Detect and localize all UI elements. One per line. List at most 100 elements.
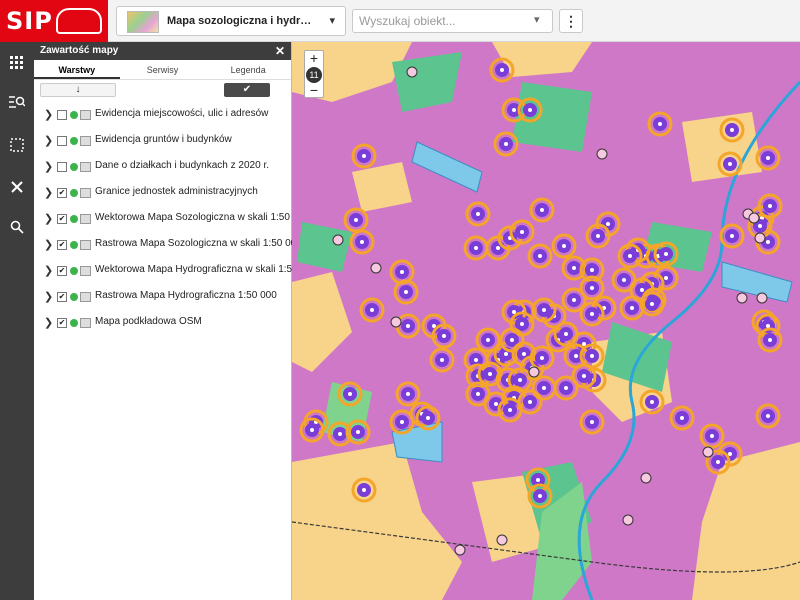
map-view[interactable] (292, 42, 800, 600)
layer-checkbox[interactable] (57, 136, 67, 146)
layer-label: Ewidencja miejscowości, ulic i adresów (95, 108, 269, 119)
select-area-icon[interactable] (0, 130, 34, 160)
pink-marker[interactable] (640, 472, 652, 484)
zoom-out-button[interactable]: − (305, 83, 323, 97)
panel-header: Zawartość mapy ✕ (34, 42, 291, 60)
layer-checkbox[interactable]: ✔ (57, 292, 67, 302)
search-input[interactable] (352, 9, 553, 33)
layer-checkbox[interactable] (57, 110, 67, 120)
tools-icon[interactable] (0, 172, 34, 202)
chevron-right-icon[interactable]: ❯ (44, 238, 53, 251)
layer-status-dot-icon (70, 319, 78, 327)
search-icon[interactable] (0, 212, 34, 242)
layer-label: Ewidencja gruntów i budynków (95, 134, 232, 145)
search-dropdown-chevron-icon[interactable]: ▾ (534, 13, 540, 26)
pink-marker[interactable] (748, 212, 760, 224)
zoom-level-badge: 11 (306, 67, 322, 83)
search-list-icon[interactable] (0, 87, 34, 117)
pink-marker[interactable] (406, 66, 418, 78)
pink-marker[interactable] (596, 148, 608, 160)
chevron-right-icon[interactable]: ❯ (44, 264, 53, 277)
top-bar: SIP Mapa sozologiczna i hydrografi... ▾ … (0, 0, 800, 42)
map-contents-panel: Zawartość mapy ✕ Warstwy Serwisy Legenda… (34, 42, 317, 600)
pink-marker[interactable] (370, 262, 382, 274)
layer-status-dot-icon (70, 137, 78, 145)
chevron-down-icon: ▾ (329, 15, 335, 27)
layer-type-icon (80, 214, 91, 224)
chevron-right-icon[interactable]: ❯ (44, 134, 53, 147)
pink-marker[interactable] (756, 292, 768, 304)
layer-list: ❯ Ewidencja miejscowości, ulic i adresów ❯… (34, 102, 317, 336)
layer-label: Mapa podkładowa OSM (95, 316, 202, 327)
pink-marker[interactable] (528, 366, 540, 378)
apps-grid-icon[interactable] (0, 48, 34, 78)
layer-item: ❯ ✔ Rastrowa Mapa Sozologiczna w skali 1:5… (34, 232, 302, 258)
layer-item: ❯ ✔ Wektorowa Mapa Sozologiczna w skali 1:… (34, 206, 309, 232)
layer-checkbox[interactable] (57, 162, 67, 172)
layer-checkbox[interactable]: ✔ (57, 318, 67, 328)
left-toolbar (0, 42, 34, 600)
layer-item: ❯ ✔ Mapa podkładowa OSM (34, 310, 291, 336)
panel-actions: ↓ ✔ (34, 83, 291, 99)
layer-checkbox[interactable]: ✔ (57, 214, 67, 224)
tab-serwisy[interactable]: Serwisy (120, 60, 206, 79)
layer-label: Wektorowa Mapa Sozologiczna w skali 1:50… (95, 212, 310, 223)
zoom-in-button[interactable]: + (305, 51, 323, 65)
logo-text: SIP (6, 7, 53, 35)
pink-marker[interactable] (736, 292, 748, 304)
pink-marker[interactable] (390, 316, 402, 328)
layer-status-dot-icon (70, 189, 78, 197)
pink-marker[interactable] (622, 514, 634, 526)
chevron-right-icon[interactable]: ❯ (44, 160, 53, 173)
layer-type-icon (80, 240, 91, 250)
layer-type-icon (80, 292, 91, 302)
layer-status-dot-icon (70, 215, 78, 223)
map-canvas[interactable] (292, 42, 800, 600)
collapse-all-button[interactable]: ↓ (40, 83, 116, 97)
layer-status-dot-icon (70, 111, 78, 119)
layer-label: Wektorowa Mapa Hydrograficzna w skali 1:… (95, 264, 318, 275)
map-selector[interactable]: Mapa sozologiczna i hydrografi... ▾ (116, 6, 346, 36)
chevron-right-icon[interactable]: ❯ (44, 186, 53, 199)
layer-item: ❯ Ewidencja miejscowości, ulic i adresów (34, 102, 291, 128)
map-selector-title: Mapa sozologiczna i hydrografi... (167, 15, 317, 27)
layer-checkbox[interactable]: ✔ (57, 240, 67, 250)
layer-item: ❯ ✔ Rastrowa Mapa Hydrograficzna 1:50 000 (34, 284, 291, 310)
layer-checkbox[interactable]: ✔ (57, 188, 67, 198)
chevron-right-icon[interactable]: ❯ (44, 108, 53, 121)
tab-warstwy[interactable]: Warstwy (34, 60, 120, 79)
panel-title: Zawartość mapy (40, 45, 119, 56)
pink-marker[interactable] (332, 234, 344, 246)
pink-marker[interactable] (454, 544, 466, 556)
layer-type-icon (80, 188, 91, 198)
layer-checkbox[interactable]: ✔ (57, 266, 67, 276)
layer-label: Rastrowa Mapa Sozologiczna w skali 1:50 … (95, 238, 302, 249)
eagle-mark-icon (56, 8, 102, 34)
sipww-logo[interactable]: SIP (0, 0, 108, 42)
layer-item: ❯ Ewidencja gruntów i budynków (34, 128, 291, 154)
layer-type-icon (80, 110, 91, 120)
layer-label: Granice jednostek administracyjnych (95, 186, 258, 197)
layer-label: Rastrowa Mapa Hydrograficzna 1:50 000 (95, 290, 277, 301)
map-thumbnail (127, 11, 159, 33)
pink-marker[interactable] (702, 446, 714, 458)
pink-marker[interactable] (496, 534, 508, 546)
panel-tabs: Warstwy Serwisy Legenda (34, 60, 291, 80)
chevron-right-icon[interactable]: ❯ (44, 290, 53, 303)
layer-item: ❯ ✔ Granice jednostek administracyjnych (34, 180, 291, 206)
layer-status-dot-icon (70, 267, 78, 275)
layer-type-icon (80, 318, 91, 328)
more-menu-button[interactable]: ⋮ (559, 9, 583, 33)
chevron-right-icon[interactable]: ❯ (44, 316, 53, 329)
tab-legenda[interactable]: Legenda (205, 60, 291, 79)
zoom-control: + 11 − (304, 50, 324, 98)
layer-label: Dane o działkach i budynkach z 2020 r. (95, 160, 269, 171)
layer-item: ❯ Dane o działkach i budynkach z 2020 r. (34, 154, 291, 180)
apply-button[interactable]: ✔ (224, 83, 270, 97)
pink-marker[interactable] (754, 232, 766, 244)
chevron-right-icon[interactable]: ❯ (44, 212, 53, 225)
close-icon[interactable]: ✕ (275, 42, 285, 60)
layer-item: ❯ ✔ Wektorowa Mapa Hydrograficzna w skali … (34, 258, 317, 284)
layer-type-icon (80, 266, 91, 276)
layer-status-dot-icon (70, 293, 78, 301)
